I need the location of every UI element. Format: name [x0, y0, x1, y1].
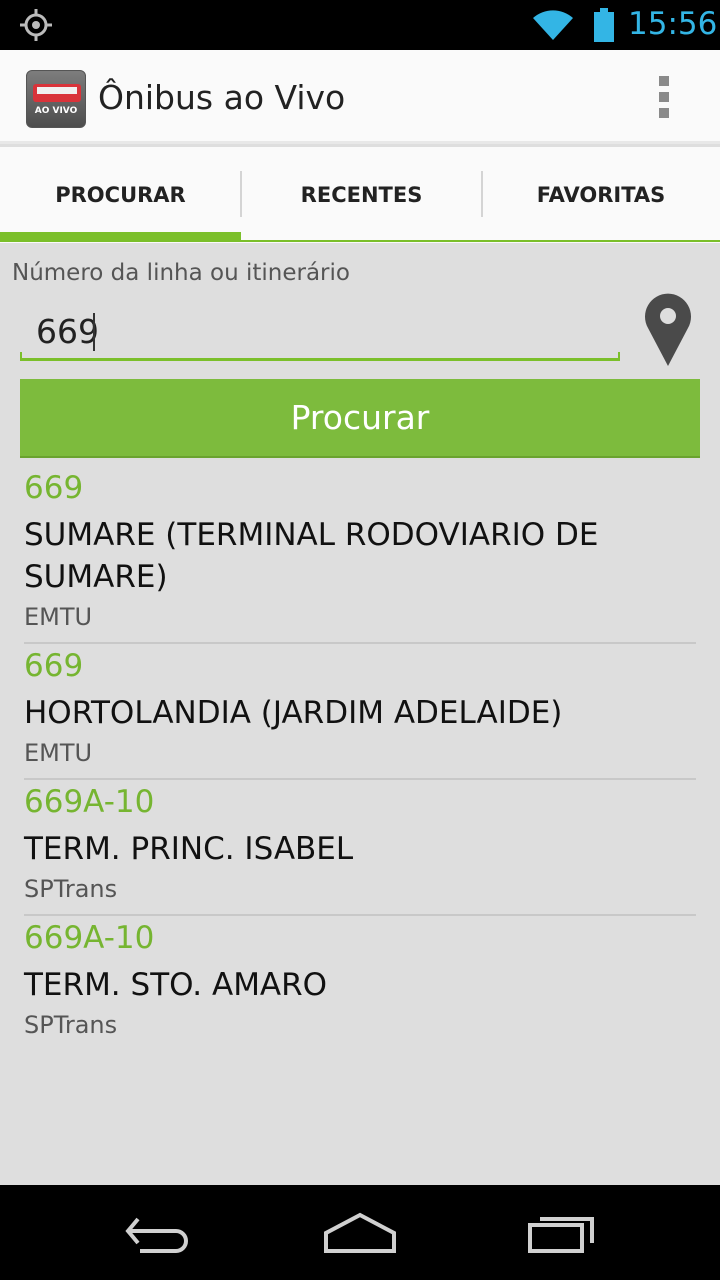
list-item[interactable]: 669A-10 TERM. PRINC. ISABEL SPTrans [24, 780, 696, 916]
tab-label: FAVORITAS [536, 183, 666, 207]
back-icon[interactable] [120, 1207, 200, 1257]
tab-indicator [0, 232, 241, 242]
navigation-bar [0, 1185, 720, 1280]
tab-indicator [482, 240, 720, 242]
search-field-label: Número da linha ou itinerário [12, 260, 350, 286]
tab-label: PROCURAR [55, 183, 186, 207]
line-code: 669A-10 [24, 784, 155, 820]
tab-recentes[interactable]: RECENTES [241, 147, 483, 243]
line-name: TERM. STO. AMARO [24, 967, 328, 1003]
action-bar: AO VIVO Ônibus ao Vivo [0, 50, 720, 144]
line-code: 669A-10 [24, 920, 155, 956]
search-input-underline [20, 352, 620, 361]
wifi-icon [533, 10, 573, 41]
app-logo-icon[interactable]: AO VIVO [26, 70, 86, 128]
tab-label: RECENTES [300, 183, 423, 207]
text-cursor [93, 313, 95, 351]
line-code: 669 [24, 648, 84, 684]
line-agency: EMTU [24, 603, 93, 631]
line-name: HORTOLANDIA (JARDIM ADELAIDE) [24, 695, 563, 731]
overflow-menu-icon[interactable] [655, 76, 673, 120]
map-pin-icon[interactable] [638, 288, 698, 368]
battery-icon [594, 8, 614, 42]
tab-procurar[interactable]: PROCURAR [0, 147, 242, 243]
status-clock: 15:56 [628, 6, 718, 42]
line-agency: SPTrans [24, 875, 118, 903]
status-bar: 15:56 [0, 0, 720, 50]
line-agency: SPTrans [24, 1011, 118, 1039]
results-list: 669 SUMARE (TERMINAL RODOVIARIO DE SUMAR… [0, 466, 720, 1050]
app-title: Ônibus ao Vivo [98, 78, 346, 117]
recent-apps-icon[interactable] [522, 1207, 602, 1257]
line-agency: EMTU [24, 739, 93, 767]
bus-icon [33, 84, 81, 102]
search-button[interactable]: Procurar [20, 379, 700, 458]
list-item[interactable]: 669A-10 TERM. STO. AMARO SPTrans [24, 916, 696, 1050]
gps-icon [20, 9, 52, 41]
home-icon[interactable] [320, 1207, 400, 1257]
line-code: 669 [24, 470, 84, 506]
list-item[interactable]: 669 HORTOLANDIA (JARDIM ADELAIDE) EMTU [24, 644, 696, 780]
tab-bar: PROCURAR RECENTES FAVORITAS [0, 147, 720, 243]
search-input[interactable] [20, 302, 620, 360]
line-name: TERM. PRINC. ISABEL [24, 831, 354, 867]
tab-favoritas[interactable]: FAVORITAS [482, 147, 720, 243]
line-name: SUMARE (TERMINAL RODOVIARIO DE SUMARE) [24, 517, 599, 595]
list-item[interactable]: 669 SUMARE (TERMINAL RODOVIARIO DE SUMAR… [24, 466, 696, 644]
tab-indicator [241, 240, 482, 242]
app-logo-text: AO VIVO [34, 106, 78, 116]
